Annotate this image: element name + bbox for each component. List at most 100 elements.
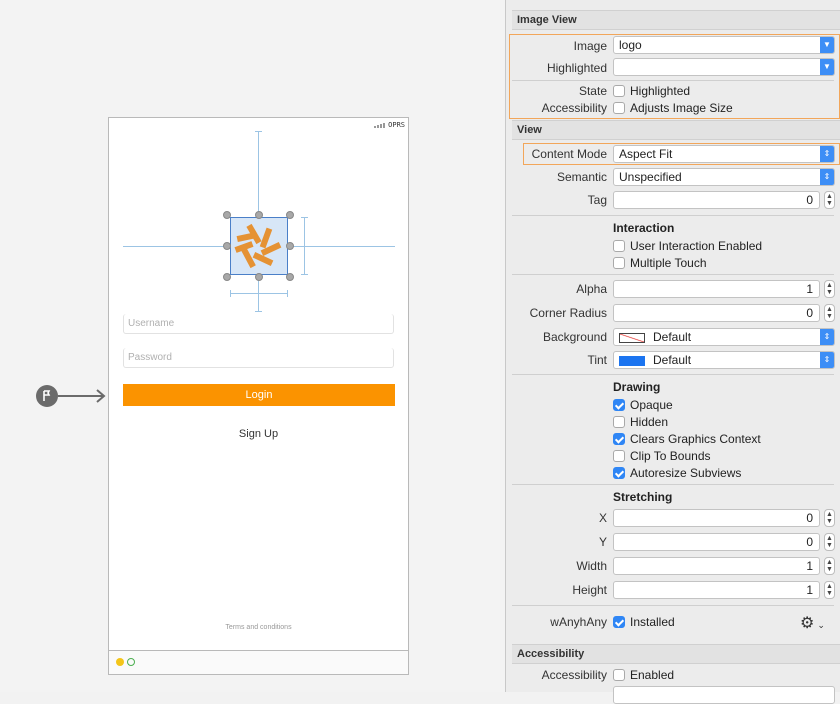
checkbox-icon[interactable]	[613, 102, 625, 114]
resize-handle-top[interactable]	[255, 211, 263, 219]
vertical-guide-bottom-cap	[255, 311, 262, 312]
stretch-width-stepper[interactable]: ▲ ▼	[824, 557, 835, 575]
scene-dock	[109, 650, 408, 674]
accessibility-enabled-checkbox[interactable]: Enabled	[613, 668, 674, 682]
stretch-y-label: Y	[598, 535, 607, 549]
state-highlighted-checkbox[interactable]: Highlighted	[613, 84, 690, 98]
signal-icon	[374, 122, 386, 128]
stretch-x-label: X	[598, 511, 607, 525]
interaction-title: Interaction	[613, 221, 675, 235]
checkbox-icon[interactable]	[613, 450, 625, 462]
height-constraint	[304, 217, 305, 275]
content-mode-label: Content Mode	[531, 147, 607, 161]
stretch-y-stepper[interactable]: ▲ ▼	[824, 533, 835, 551]
initial-view-controller-arrow[interactable]	[35, 384, 107, 413]
resize-handle-right[interactable]	[286, 242, 294, 250]
stretch-height-field[interactable]: 1	[613, 581, 820, 599]
tag-stepper[interactable]: ▲ ▼	[824, 191, 835, 209]
view-section-header[interactable]: View	[512, 120, 840, 140]
alpha-field[interactable]: 1	[613, 280, 820, 298]
updown-chevron-icon[interactable]: ⇕	[820, 146, 834, 162]
checkbox-label: Adjusts Image Size	[630, 101, 733, 115]
stretch-x-stepper[interactable]: ▲ ▼	[824, 509, 835, 527]
no-color-swatch-icon	[619, 332, 645, 343]
chevron-down-icon[interactable]: ▼	[820, 59, 834, 75]
accessibility-label-field[interactable]	[613, 686, 835, 704]
background-value[interactable]: Default	[653, 330, 691, 344]
tint-value[interactable]: Default	[653, 353, 691, 367]
accessibility-section-header[interactable]: Accessibility	[512, 644, 840, 664]
alpha-stepper[interactable]: ▲ ▼	[824, 280, 835, 298]
semantic-value[interactable]: Unspecified	[619, 170, 682, 184]
checkbox-checked-icon[interactable]	[613, 467, 625, 479]
stretch-y-field[interactable]: 0	[613, 533, 820, 551]
image-view-section-header[interactable]: Image View	[512, 10, 840, 30]
updown-chevron-icon[interactable]: ⇕	[820, 329, 834, 345]
content-mode-value[interactable]: Aspect Fit	[619, 147, 672, 161]
chevron-down-icon[interactable]: ⌄	[817, 620, 825, 630]
multiple-touch-checkbox[interactable]: Multiple Touch	[613, 256, 707, 270]
clip-to-bounds-checkbox[interactable]: Clip To Bounds	[613, 449, 711, 463]
resize-handle-bottom[interactable]	[255, 273, 263, 281]
logo-image-view[interactable]	[230, 217, 288, 275]
separator	[512, 80, 834, 81]
resize-handle-top-right[interactable]	[286, 211, 294, 219]
gear-icon[interactable]: ⚙ ⌄	[800, 613, 825, 633]
resize-handle-bottom-right[interactable]	[286, 273, 294, 281]
checkbox-checked-icon[interactable]	[613, 616, 625, 628]
background-popup[interactable]: Default ⇕	[613, 328, 835, 346]
content-mode-popup[interactable]: Aspect Fit ⇕	[613, 145, 835, 163]
storyboard-canvas[interactable]: OPRS Username Password Login Sign Up Ter…	[0, 0, 505, 692]
separator	[512, 374, 834, 375]
exit-icon[interactable]	[127, 658, 135, 666]
stretch-height-label: Height	[572, 583, 607, 597]
checkbox-icon[interactable]	[613, 85, 625, 97]
checkbox-icon[interactable]	[613, 416, 625, 428]
checkbox-icon[interactable]	[613, 669, 625, 681]
signup-button[interactable]: Sign Up	[109, 428, 408, 440]
opaque-checkbox[interactable]: Opaque	[613, 398, 673, 412]
iphone-scene[interactable]: OPRS Username Password Login Sign Up Ter…	[108, 117, 409, 675]
checkbox-label: Clip To Bounds	[630, 449, 711, 463]
status-bar: OPRS	[374, 121, 405, 129]
username-field[interactable]: Username	[123, 314, 394, 334]
semantic-popup[interactable]: Unspecified ⇕	[613, 168, 835, 186]
resize-handle-bottom-left[interactable]	[223, 273, 231, 281]
image-combo[interactable]: logo ▼	[613, 36, 835, 54]
stretch-x-field[interactable]: 0	[613, 509, 820, 527]
resize-handle-left[interactable]	[223, 242, 231, 250]
accessibility-label: Accessibility	[541, 101, 607, 115]
checkbox-icon[interactable]	[613, 240, 625, 252]
highlighted-combo[interactable]: ▼	[613, 58, 835, 76]
corner-radius-stepper[interactable]: ▲ ▼	[824, 304, 835, 322]
checkbox-label: Autoresize Subviews	[630, 466, 742, 480]
updown-chevron-icon[interactable]: ⇕	[820, 352, 834, 368]
autoresize-subviews-checkbox[interactable]: Autoresize Subviews	[613, 466, 741, 480]
image-value[interactable]: logo	[619, 38, 642, 52]
chevron-down-icon[interactable]: ▼	[820, 37, 834, 53]
login-button[interactable]: Login	[123, 384, 395, 406]
resize-handle-top-left[interactable]	[223, 211, 231, 219]
hidden-checkbox[interactable]: Hidden	[613, 415, 668, 429]
user-interaction-checkbox[interactable]: User Interaction Enabled	[613, 239, 762, 253]
height-constraint-top-cap	[301, 217, 308, 218]
checkbox-icon[interactable]	[613, 257, 625, 269]
width-constraint-right-cap	[287, 290, 288, 297]
tag-field[interactable]: 0	[613, 191, 820, 209]
corner-radius-field[interactable]: 0	[613, 304, 820, 322]
terms-link[interactable]: Terms and conditions	[109, 624, 408, 631]
password-field[interactable]: Password	[123, 348, 394, 368]
checkbox-label: Hidden	[630, 415, 669, 429]
tint-popup[interactable]: Default ⇕	[613, 351, 835, 369]
clears-graphics-checkbox[interactable]: Clears Graphics Context	[613, 432, 761, 446]
separator	[512, 605, 834, 606]
updown-chevron-icon[interactable]: ⇕	[820, 169, 834, 185]
checkbox-checked-icon[interactable]	[613, 433, 625, 445]
stretch-width-field[interactable]: 1	[613, 557, 820, 575]
adjusts-image-size-checkbox[interactable]: Adjusts Image Size	[613, 101, 733, 115]
checkbox-checked-icon[interactable]	[613, 399, 625, 411]
installed-checkbox[interactable]: Installed	[613, 615, 675, 629]
semantic-label: Semantic	[556, 170, 607, 184]
stretch-height-stepper[interactable]: ▲ ▼	[824, 581, 835, 599]
view-controller-icon[interactable]	[116, 658, 124, 666]
